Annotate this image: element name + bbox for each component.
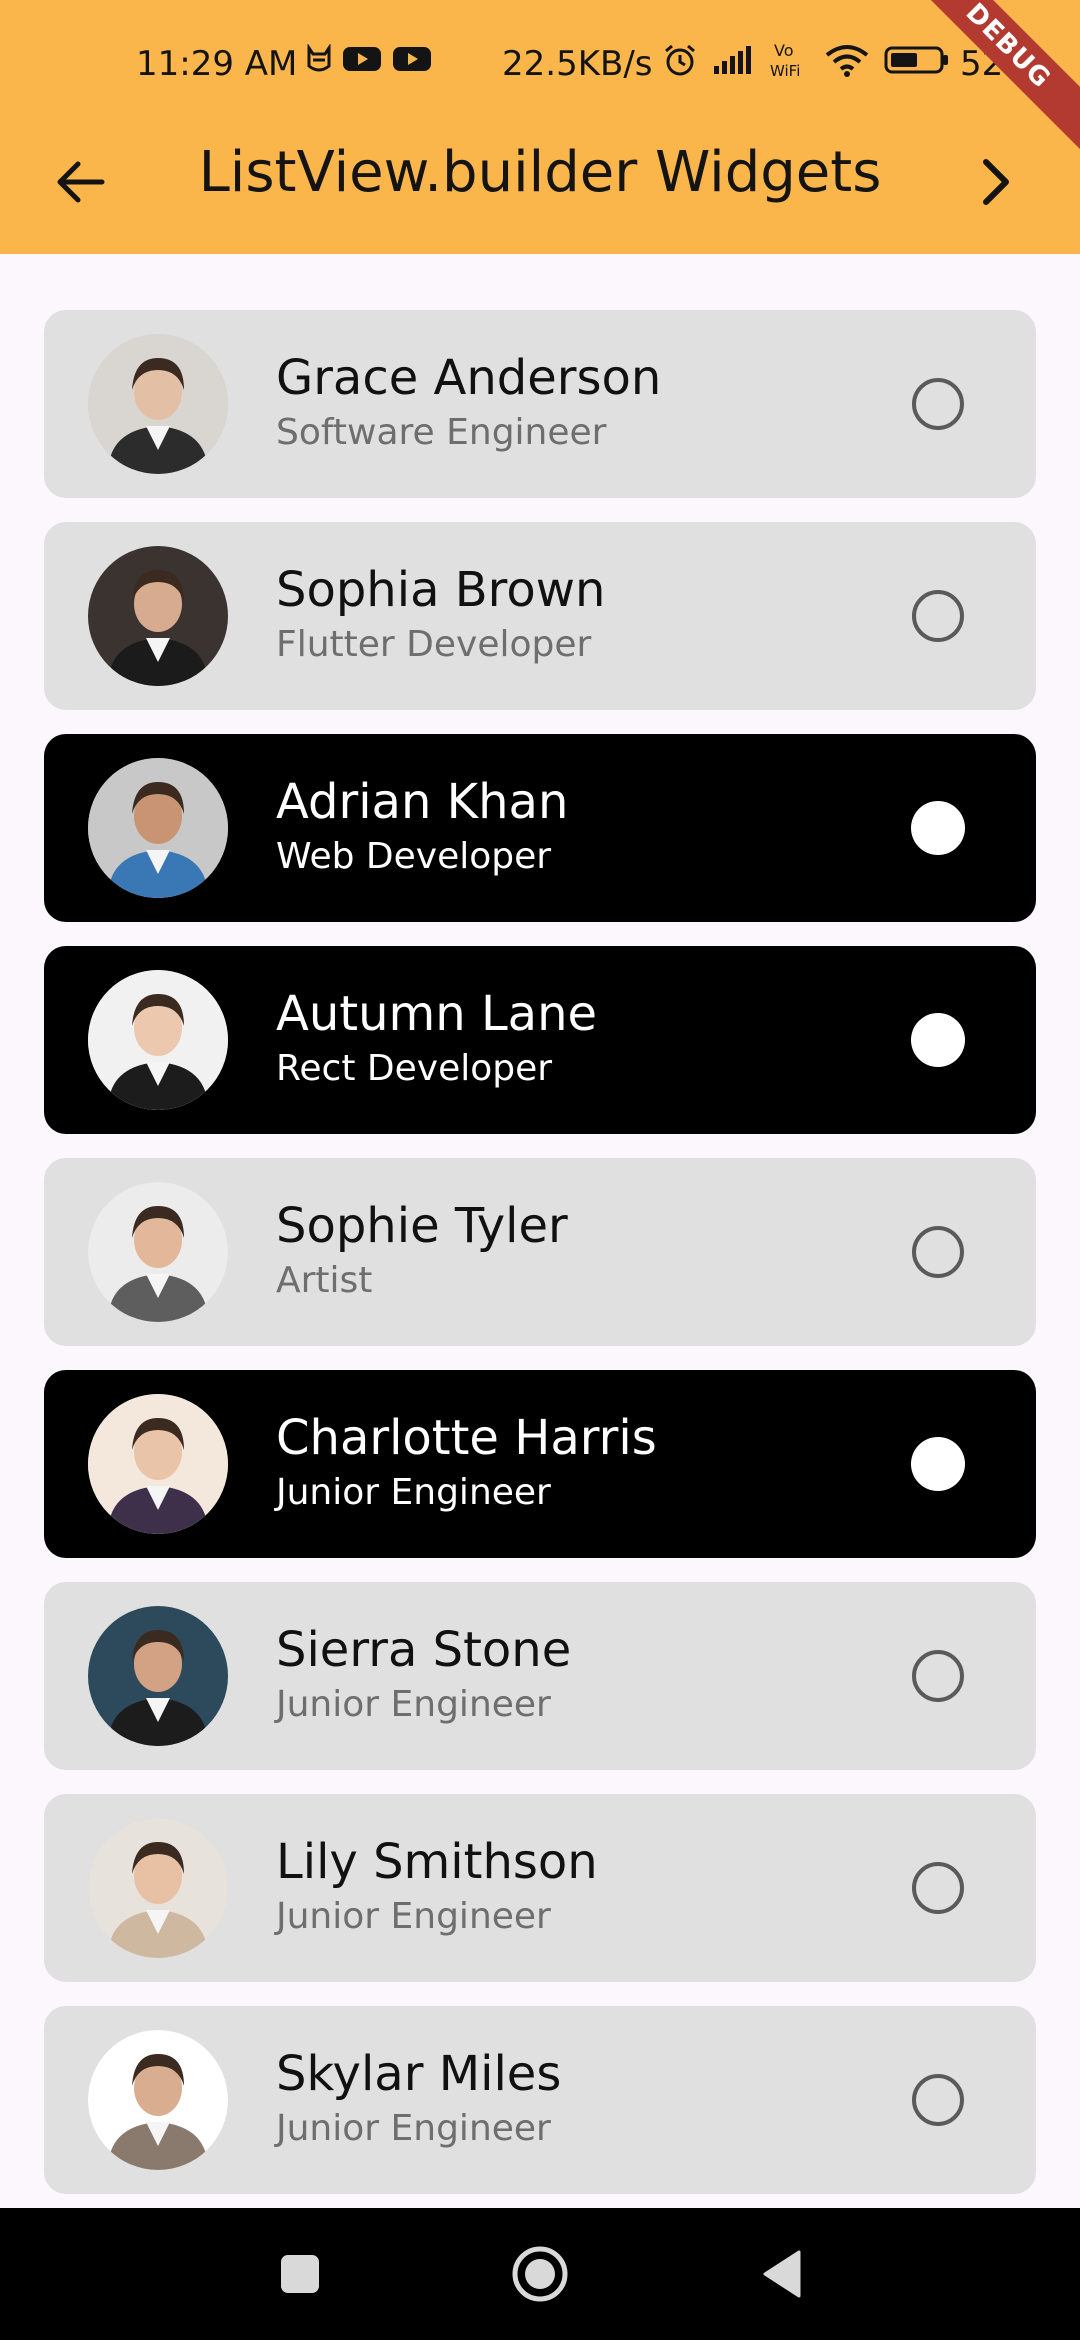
person-name: Lily Smithson [276,1834,598,1890]
youtube-icon [393,47,431,71]
radio-unselected-icon[interactable] [910,2072,966,2128]
status-net-speed: 22.5KB/s [502,44,653,84]
person-role: Flutter Developer [276,624,592,665]
youtube-icon [343,47,381,71]
person-card[interactable]: Sierra Stone Junior Engineer [44,1582,1036,1770]
person-name: Adrian Khan [276,774,569,830]
person-name: Charlotte Harris [276,1410,657,1466]
person-name: Sierra Stone [276,1622,572,1678]
svg-text:Vo: Vo [774,41,794,60]
radio-unselected-icon[interactable] [910,1860,966,1916]
avatar [88,1182,228,1322]
person-role: Junior Engineer [276,2108,551,2149]
person-card[interactable]: Adrian Khan Web Developer [44,734,1036,922]
back-nav-button[interactable] [752,2244,812,2304]
app-bar: ListView.builder Widgets [0,120,1080,254]
avatar [88,970,228,1110]
person-card[interactable]: Grace Anderson Software Engineer [44,310,1036,498]
svg-text:WiFi: WiFi [770,62,800,80]
person-name: Autumn Lane [276,986,598,1042]
person-role: Software Engineer [276,412,607,453]
system-nav-bar [0,2208,1080,2340]
battery-icon [884,46,948,74]
person-card[interactable]: Autumn Lane Rect Developer [44,946,1036,1134]
radio-selected-icon[interactable] [910,1436,966,1492]
avatar [88,1394,228,1534]
person-card[interactable]: Lily Smithson Junior Engineer [44,1794,1036,1982]
vowifi-icon: Vo WiFi [770,41,800,80]
person-role: Rect Developer [276,1048,553,1089]
person-name: Skylar Miles [276,2046,562,2102]
person-role: Junior Engineer [276,1684,551,1725]
wifi-icon [825,45,869,77]
avatar [88,1606,228,1746]
status-icons-left [306,44,432,74]
person-role: Junior Engineer [276,1472,551,1513]
person-role: Artist [276,1260,373,1301]
recents-square-icon [281,2255,319,2293]
status-icons-right: Vo WiFi [662,40,950,80]
recents-button[interactable] [270,2244,330,2304]
radio-unselected-icon[interactable] [910,376,966,432]
status-time: 11:29 AM [136,44,298,84]
person-role: Web Developer [276,836,552,877]
home-button[interactable] [510,2244,570,2304]
avatar [88,758,228,898]
avatar [88,334,228,474]
person-card[interactable]: Sophia Brown Flutter Developer [44,522,1036,710]
avatar [88,1818,228,1958]
radio-unselected-icon[interactable] [910,1224,966,1280]
cat-icon [307,44,331,72]
chevron-right-icon [983,159,1009,205]
person-card[interactable]: Charlotte Harris Junior Engineer [44,1370,1036,1558]
avatar [88,2030,228,2170]
page-title: ListView.builder Widgets [198,140,882,205]
person-card[interactable]: Sophie Tyler Artist [44,1158,1036,1346]
next-button[interactable] [960,146,1032,218]
radio-unselected-icon[interactable] [910,1648,966,1704]
status-bar: 11:29 AM 22.5KB/s Vo WiFi 52 [0,0,1080,120]
home-circle-icon [512,2246,568,2302]
signal-icon [714,46,751,74]
alarm-icon [665,44,695,76]
radio-selected-icon[interactable] [910,1012,966,1068]
back-triangle-icon [763,2250,801,2298]
person-name: Grace Anderson [276,350,662,406]
radio-selected-icon[interactable] [910,800,966,856]
person-role: Junior Engineer [276,1896,551,1937]
avatar [88,546,228,686]
radio-unselected-icon[interactable] [910,588,966,644]
person-name: Sophia Brown [276,562,606,618]
person-name: Sophie Tyler [276,1198,568,1254]
person-card[interactable]: Skylar Miles Junior Engineer [44,2006,1036,2194]
